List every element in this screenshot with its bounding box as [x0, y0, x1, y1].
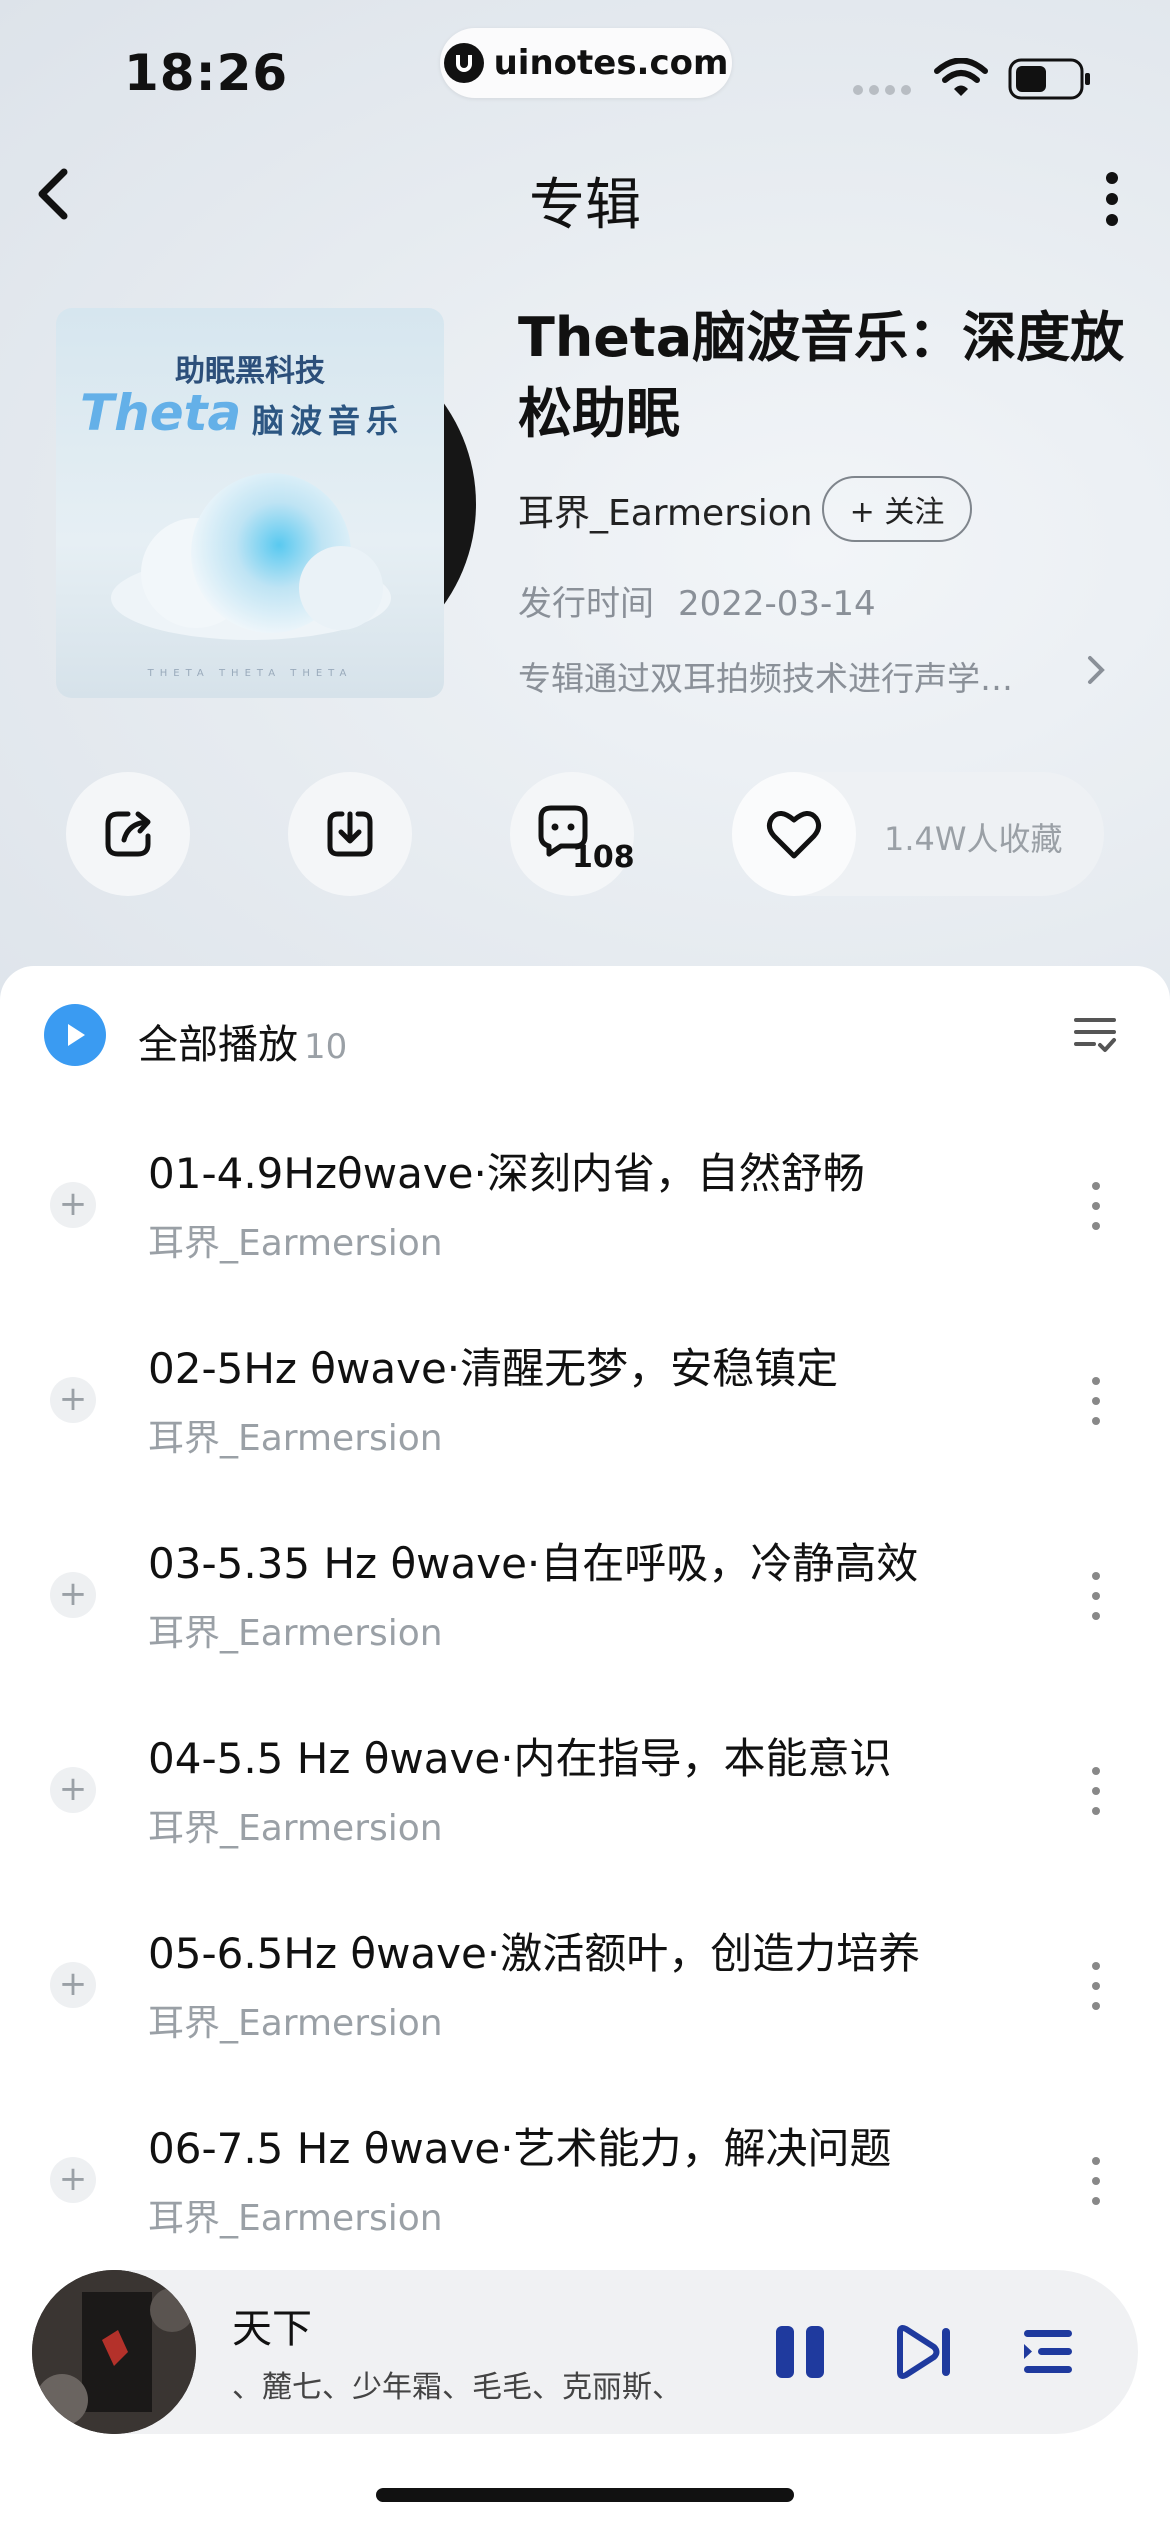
- more-button[interactable]: [1090, 164, 1134, 234]
- song-artist: 耳界_Earmersion: [148, 1808, 443, 1849]
- next-button[interactable]: [894, 2322, 954, 2386]
- song-artist: 耳界_Earmersion: [148, 1418, 443, 1459]
- download-icon: [327, 811, 373, 857]
- player-song-title: 天下: [232, 2306, 312, 2352]
- signal-icon: [852, 82, 916, 102]
- follow-button[interactable]: + 关注: [822, 476, 972, 542]
- song-title: 04-5.5 Hz θwave·内在指导，本能意识: [148, 1734, 892, 1783]
- song-title: 02-5Hz θwave·清醒无梦，安稳镇定: [148, 1344, 839, 1393]
- next-icon: [897, 2325, 950, 2379]
- page-title: 专辑: [529, 173, 641, 238]
- share-button[interactable]: [66, 772, 190, 896]
- sort-list-icon: [1074, 1018, 1116, 1052]
- comment-count: 108: [572, 840, 635, 875]
- song-artist: 耳界_Earmersion: [148, 2198, 443, 2239]
- player-cover[interactable]: [32, 2270, 196, 2434]
- song-title: 01-4.9Hzθwave·深刻内省，自然舒畅: [148, 1149, 865, 1198]
- more-vertical-icon[interactable]: [1086, 2151, 1106, 2211]
- play-all-label[interactable]: 全部播放 10: [138, 1012, 347, 1070]
- song-title: 05-6.5Hz θwave·激活额叶，创造力培养: [148, 1929, 921, 1978]
- cover-brand: Theta: [80, 384, 242, 442]
- release-date: 2022-03-14: [678, 584, 876, 624]
- song-row[interactable]: + 03-5.35 Hz θwave·自在呼吸，冷静高效 耳界_Earmersi…: [0, 1530, 1170, 1725]
- playlist-button[interactable]: [1020, 2322, 1076, 2386]
- album-description[interactable]: 专辑通过双耳拍频技术进行声学…: [518, 652, 1078, 700]
- battery-icon: [1008, 58, 1092, 104]
- favorite-count: 1.4W人收藏: [884, 820, 1063, 858]
- cover-subtitle: 脑波音乐: [252, 402, 405, 440]
- add-icon[interactable]: +: [50, 1572, 96, 1618]
- song-count: 10: [304, 1027, 348, 1067]
- favorite-button[interactable]: [732, 772, 856, 896]
- comment-button[interactable]: 108: [510, 772, 635, 896]
- download-button[interactable]: [288, 772, 412, 896]
- url-pill[interactable]: uinotes.com: [440, 28, 732, 98]
- cover-bottom-text: THETA THETA THETA: [147, 668, 353, 679]
- song-artist: 耳界_Earmersion: [148, 1613, 443, 1654]
- release-label: 发行时间: [518, 584, 654, 624]
- add-icon[interactable]: +: [50, 2157, 96, 2203]
- song-artist: 耳界_Earmersion: [148, 1223, 443, 1264]
- more-vertical-icon: [1106, 172, 1118, 226]
- album-title: Theta脑波音乐：深度放松助眠: [518, 306, 1125, 445]
- url-text: uinotes.com: [493, 43, 729, 83]
- play-all-text: 全部播放: [138, 1022, 298, 1068]
- album-cover[interactable]: 助眠黑科技 Theta 脑波音乐 THETA THETA THETA: [56, 308, 444, 698]
- site-logo-icon: [443, 43, 484, 83]
- more-vertical-icon[interactable]: [1086, 1761, 1106, 1821]
- play-icon: [68, 1024, 85, 1046]
- play-all-button[interactable]: [44, 1004, 106, 1066]
- add-icon[interactable]: +: [50, 1377, 96, 1423]
- add-icon[interactable]: +: [50, 1182, 96, 1228]
- add-icon[interactable]: +: [50, 1767, 96, 1813]
- cloud-illustration: [111, 473, 391, 640]
- pause-icon: [776, 2326, 824, 2378]
- song-row[interactable]: + 04-5.5 Hz θwave·内在指导，本能意识 耳界_Earmersio…: [0, 1725, 1170, 1920]
- description-arrow[interactable]: [1086, 652, 1106, 697]
- song-artist: 耳界_Earmersion: [148, 2003, 443, 2044]
- song-row[interactable]: + 05-6.5Hz θwave·激活额叶，创造力培养 耳界_Earmersio…: [0, 1920, 1170, 2115]
- more-vertical-icon[interactable]: [1086, 1176, 1106, 1236]
- add-icon[interactable]: +: [50, 1962, 96, 2008]
- wifi-icon: [934, 57, 988, 102]
- more-vertical-icon[interactable]: [1086, 1371, 1106, 1431]
- song-row[interactable]: + 01-4.9Hzθwave·深刻内省，自然舒畅 耳界_Earmersion: [0, 1140, 1170, 1335]
- player-artists: 、麓七、少年霜、毛毛、克丽斯、: [232, 2370, 682, 2405]
- playlist-icon: [1024, 2330, 1072, 2373]
- mini-player[interactable]: [32, 2270, 1138, 2434]
- more-vertical-icon[interactable]: [1086, 1566, 1106, 1626]
- home-indicator: [376, 2488, 794, 2502]
- album-artist[interactable]: 耳界_Earmersion: [518, 484, 813, 536]
- song-row[interactable]: + 02-5Hz θwave·清醒无梦，安稳镇定 耳界_Earmersion: [0, 1335, 1170, 1530]
- song-title: 03-5.35 Hz θwave·自在呼吸，冷静高效: [148, 1539, 919, 1588]
- release-info: 发行时间 2022-03-14: [518, 576, 876, 625]
- song-title: 06-7.5 Hz θwave·艺术能力，解决问题: [148, 2124, 892, 2173]
- chevron-right-icon: [1088, 656, 1105, 684]
- heart-icon: [766, 811, 822, 859]
- share-icon: [105, 811, 151, 857]
- cover-art-image: [32, 2270, 196, 2434]
- more-vertical-icon[interactable]: [1086, 1956, 1106, 2016]
- status-time: 18:26: [124, 44, 289, 102]
- sort-button[interactable]: [1072, 1012, 1118, 1062]
- pause-button[interactable]: [770, 2322, 830, 2386]
